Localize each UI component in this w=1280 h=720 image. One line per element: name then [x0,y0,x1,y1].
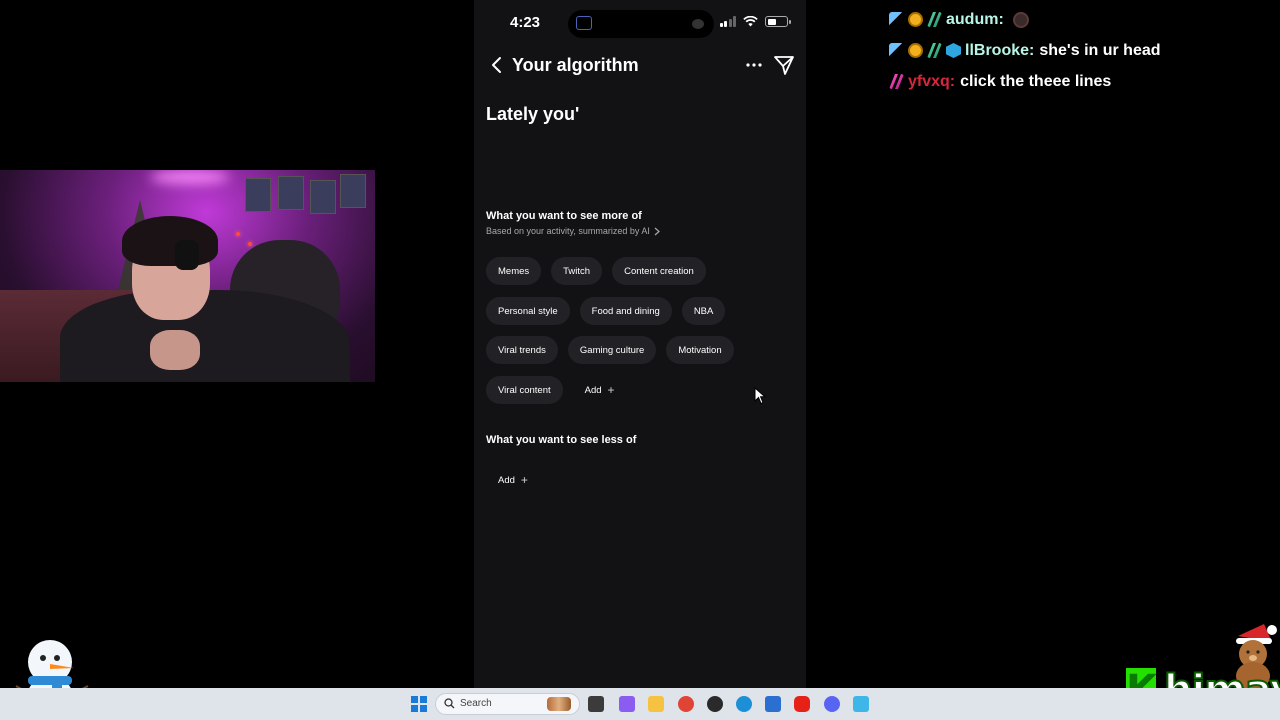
topic-chip[interactable]: NBA [681,297,726,325]
wall-poster [310,180,336,214]
topic-chip[interactable]: Content creation [612,257,706,285]
add-label: Add [584,384,602,396]
more-of-title: What you want to see more of [486,210,642,222]
more-of-subtitle-link[interactable]: Based on your activity, summarized by AI [486,226,660,236]
search-label: Search [460,698,492,709]
mouse-cursor-icon [754,387,766,405]
wall-poster [245,178,271,212]
battery-icon [765,16,791,27]
topic-chip[interactable]: Personal style [486,297,570,325]
copilot-icon[interactable] [619,696,635,712]
ceiling-light [150,170,230,184]
taskbar-search[interactable]: Search [435,693,580,715]
webcam-feed [0,170,375,382]
topic-row: Memes Twitch Content creation [486,257,706,285]
chat-message: yfvxq: click the theee lines [889,66,1279,97]
chat-username: audum: [946,10,1004,28]
headphone [175,240,199,270]
sub-badge-icon [927,43,942,58]
more-options-icon[interactable] [744,54,764,76]
topic-chip[interactable]: Viral trends [486,336,558,364]
phone-screen: 4:23 Your algorithm Lately you' What you… [474,0,806,688]
topic-chip[interactable]: Twitch [551,257,603,285]
store-icon[interactable] [765,696,781,712]
cellular-signal-icon [719,16,736,27]
more-of-subtitle: Based on your activity, summarized by AI [486,226,650,236]
camera-dot-icon [692,19,704,29]
obs-icon[interactable] [707,696,723,712]
person-body [60,290,350,382]
dynamic-island [568,10,714,38]
wall-poster [278,176,304,210]
cube-badge-icon [946,43,961,58]
topic-chip[interactable]: Viral content [486,376,563,404]
coin-badge-icon [908,43,923,58]
sword-badge-icon [889,12,904,27]
topic-row: Viral trends Gaming culture Motivation [486,336,734,364]
chat-username: yfvxq: [908,72,956,90]
chat-text: click the theee lines [960,72,1112,90]
nav-bar: Your algorithm [474,48,806,82]
screen-mirror-icon [576,16,592,30]
sword-badge-icon [889,43,904,58]
person-hand [150,330,200,370]
chat-text: she's in ur head [1039,41,1161,59]
coin-badge-icon [908,12,923,27]
file-explorer-icon[interactable] [648,696,664,712]
topic-chip[interactable]: Food and dining [579,297,672,325]
chat-message: audum: [889,4,1279,35]
status-icons [719,16,791,27]
wall-poster [340,174,366,208]
sub-badge-icon [927,12,942,27]
youtube-icon[interactable] [794,696,810,712]
taskbar: Search [0,688,1280,720]
lately-heading: Lately you' [486,104,580,124]
topic-row: Personal style Food and dining NBA [486,297,726,325]
wifi-icon [743,16,758,27]
task-view-icon[interactable] [588,696,604,712]
add-less-topic-button[interactable]: Add + [486,466,540,494]
send-icon[interactable] [772,53,796,77]
plus-icon: + [520,473,528,487]
person-hair [122,216,218,266]
status-bar: 4:23 [474,0,806,44]
page-title: Your algorithm [512,55,639,75]
add-label: Add [498,474,515,486]
less-of-row: Add + [486,466,540,494]
topic-chip[interactable]: Gaming culture [567,336,657,364]
add-more-topic-button[interactable]: Add + [573,376,627,404]
emote-icon [1012,11,1029,28]
status-time: 4:23 [510,14,541,31]
windows-start-icon[interactable] [411,696,427,712]
sub-badge-icon [889,74,904,89]
topic-row: Viral content Add + [486,376,627,404]
plus-icon: + [607,383,615,397]
topic-chip[interactable]: Motivation [666,336,734,364]
chrome-icon[interactable] [678,696,694,712]
search-icon [444,698,455,709]
app-icon[interactable] [853,696,869,712]
stream-chat: audum: llBrooke: she's in ur head yfvxq:… [889,4,1279,97]
edge-icon[interactable] [736,696,752,712]
search-highlight-icon [547,697,571,711]
chevron-right-icon [654,227,660,235]
back-button[interactable] [486,53,508,77]
chat-message: llBrooke: she's in ur head [889,35,1279,66]
discord-icon[interactable] [824,696,840,712]
topic-chip[interactable]: Memes [486,257,542,285]
chat-username: llBrooke: [965,41,1035,59]
less-of-title: What you want to see less of [486,434,637,446]
